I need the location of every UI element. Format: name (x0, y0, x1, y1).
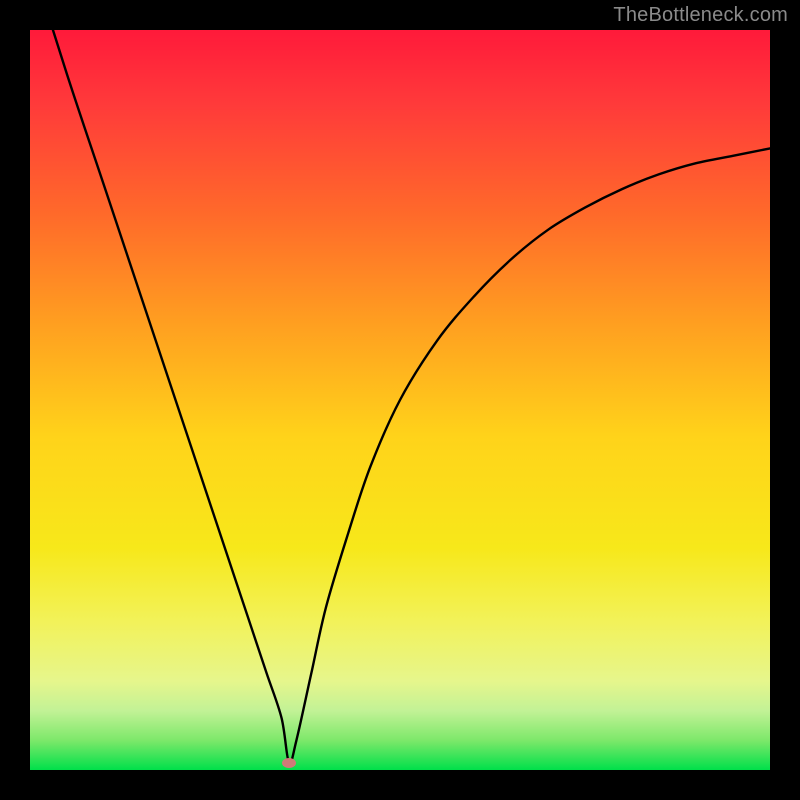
watermark-text: TheBottleneck.com (613, 4, 788, 27)
plot-area (30, 30, 770, 770)
bottleneck-curve (30, 30, 770, 770)
chart-frame: TheBottleneck.com (0, 0, 800, 800)
optimal-marker (282, 758, 296, 768)
